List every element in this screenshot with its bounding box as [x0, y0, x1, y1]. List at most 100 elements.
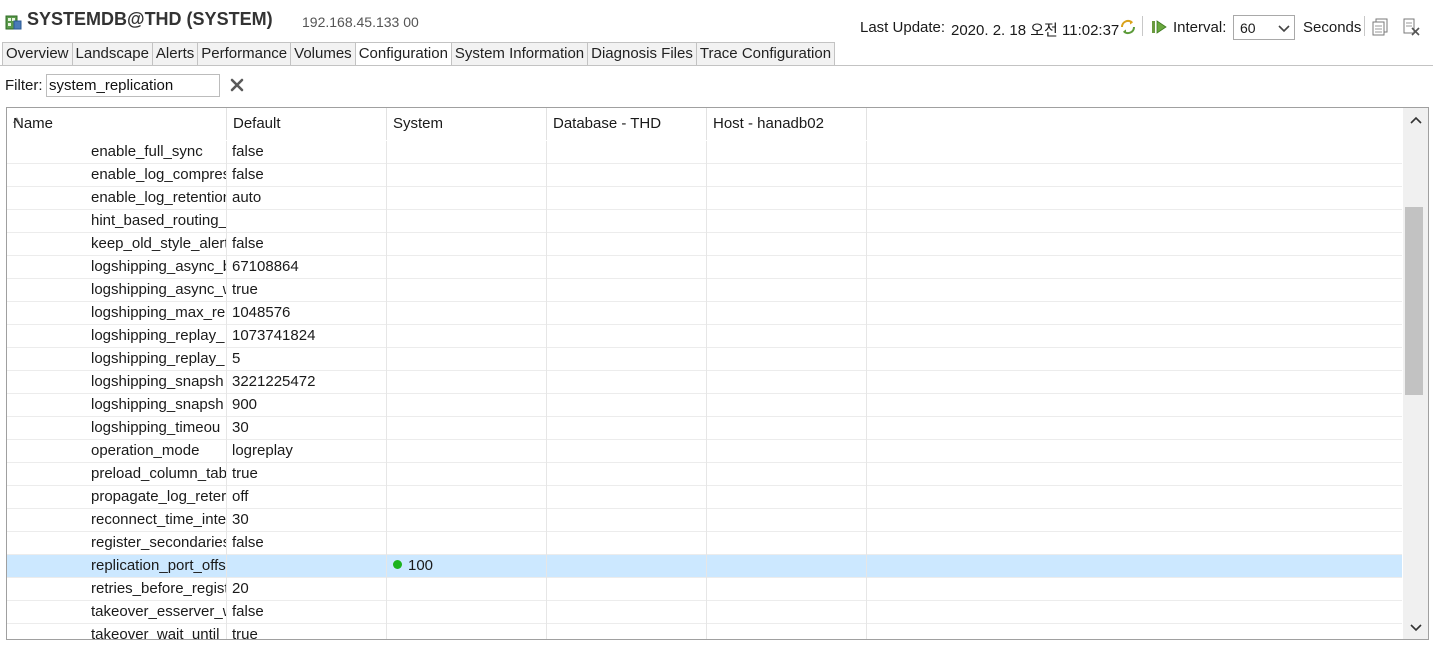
column-header-default[interactable]: Default [227, 108, 387, 140]
cell-default: 67108864 [227, 256, 387, 279]
column-header-label: Host - hanadb02 [713, 115, 824, 132]
column-header-system[interactable]: System [387, 108, 547, 140]
cell-default: true [227, 624, 387, 639]
cell-database [547, 532, 707, 555]
column-header-label: System [393, 115, 444, 132]
cell-name: logshipping_replay_ [7, 325, 227, 348]
cell-name-text: logshipping_async_b [91, 258, 227, 275]
table-row[interactable]: logshipping_async_b 67108864 [7, 256, 1402, 279]
table-row[interactable]: reconnect_time_inte 30 [7, 509, 1402, 532]
cell-database [547, 417, 707, 440]
cell-default-text: false [232, 166, 264, 183]
table-row[interactable]: logshipping_async_w true [7, 279, 1402, 302]
column-header-name[interactable]: ^ Name [7, 108, 227, 140]
table-row[interactable]: hint_based_routing_ [7, 210, 1402, 233]
cell-database [547, 164, 707, 187]
table-row[interactable]: logshipping_snapsh 3221225472 [7, 371, 1402, 394]
cell-name-text: logshipping_snapsh [91, 396, 224, 413]
cell-default-text: true [232, 465, 258, 482]
cell-name-text: logshipping_max_re [91, 304, 226, 321]
table-row[interactable]: register_secondaries false [7, 532, 1402, 555]
cell-name: takeover_esserver_w [7, 601, 227, 624]
tab-alerts[interactable]: Alerts [151, 42, 198, 66]
cell-system [387, 325, 547, 348]
toolbar-separator [1142, 16, 1143, 36]
table-row[interactable]: logshipping_snapsh 900 [7, 394, 1402, 417]
interval-value: 60 [1240, 20, 1256, 36]
last-update-value: 2020. 2. 18 오전 11:02:37 [951, 22, 1120, 39]
cell-name-text: logshipping_replay_ [91, 350, 225, 367]
table-row[interactable]: operation_mode logreplay [7, 440, 1402, 463]
cell-host [707, 187, 867, 210]
cell-default: false [227, 141, 387, 164]
table-row[interactable]: logshipping_replay_ 5 [7, 348, 1402, 371]
table-row[interactable]: logshipping_max_re 1048576 [7, 302, 1402, 325]
cell-default-text: false [232, 603, 264, 620]
scroll-down-icon[interactable] [1409, 622, 1423, 634]
cell-name-text: logshipping_timeou [91, 419, 221, 436]
vertical-scrollbar[interactable] [1403, 108, 1428, 639]
cell-name-text: retries_before_regist [91, 580, 227, 597]
cell-default: 20 [227, 578, 387, 601]
table-row[interactable]: preload_column_tab true [7, 463, 1402, 486]
cell-database [547, 233, 707, 256]
cell-name: logshipping_async_b [7, 256, 227, 279]
table-row[interactable]: takeover_wait_until_ true [7, 624, 1402, 639]
interval-select[interactable]: 60 [1233, 15, 1295, 40]
table-row[interactable]: propagate_log_reter off [7, 486, 1402, 509]
column-header-label: Database - THD [553, 115, 662, 132]
cell-default: 3221225472 [227, 371, 387, 394]
table-row[interactable]: enable_log_retention auto [7, 187, 1402, 210]
table-row[interactable]: logshipping_timeou 30 [7, 417, 1402, 440]
cell-database [547, 440, 707, 463]
cell-host [707, 624, 867, 639]
tab-overview[interactable]: Overview [2, 42, 72, 66]
tab-trace-configuration[interactable]: Trace Configuration [695, 42, 836, 66]
column-header-host[interactable]: Host - hanadb02 [707, 108, 867, 140]
cell-system [387, 256, 547, 279]
table-row[interactable]: retries_before_regist 20 [7, 578, 1402, 601]
table-row[interactable]: logshipping_replay_ 1073741824 [7, 325, 1402, 348]
tab-performance[interactable]: Performance [197, 42, 291, 66]
cell-database [547, 325, 707, 348]
cell-host [707, 371, 867, 394]
export-icon[interactable] [1403, 18, 1421, 36]
tab-diagnosis-files[interactable]: Diagnosis Files [587, 42, 696, 66]
cell-host [707, 394, 867, 417]
cell-default-text: 1048576 [232, 304, 291, 321]
cell-default: 5 [227, 348, 387, 371]
cell-default: true [227, 463, 387, 486]
table-row[interactable]: replication_port_offs 100 [7, 555, 1402, 578]
table-row[interactable]: enable_log_compres false [7, 164, 1402, 187]
cell-host [707, 233, 867, 256]
cell-default: auto [227, 187, 387, 210]
tab-system-information[interactable]: System Information [450, 42, 588, 66]
cell-name: hint_based_routing_ [7, 210, 227, 233]
copy-icon[interactable] [1372, 18, 1388, 36]
cell-default [227, 210, 387, 233]
cell-default-text: off [232, 488, 249, 505]
tab-volumes[interactable]: Volumes [290, 42, 355, 66]
tab-landscape[interactable]: Landscape [71, 42, 152, 66]
cell-database [547, 624, 707, 639]
cell-database [547, 187, 707, 210]
filter-input[interactable] [46, 74, 220, 97]
cell-default: false [227, 601, 387, 624]
cell-default: false [227, 233, 387, 256]
clear-filter-icon[interactable] [230, 78, 244, 92]
scroll-up-icon[interactable] [1409, 114, 1423, 126]
cell-name-text: operation_mode [91, 442, 200, 459]
table-row[interactable]: keep_old_style_alert false [7, 233, 1402, 256]
scrollbar-thumb[interactable] [1405, 207, 1423, 395]
refresh-icon[interactable] [1119, 18, 1137, 36]
cell-database [547, 348, 707, 371]
table-row[interactable]: takeover_esserver_w false [7, 601, 1402, 624]
auto-refresh-play-icon[interactable] [1151, 19, 1168, 35]
tab-configuration[interactable]: Configuration [354, 42, 451, 66]
cell-default: 30 [227, 509, 387, 532]
table-row[interactable]: enable_full_sync false [7, 141, 1402, 164]
column-header-database[interactable]: Database - THD [547, 108, 707, 140]
cell-system [387, 509, 547, 532]
cell-name-text: preload_column_tab [91, 465, 227, 482]
column-header-label: Default [233, 115, 281, 132]
